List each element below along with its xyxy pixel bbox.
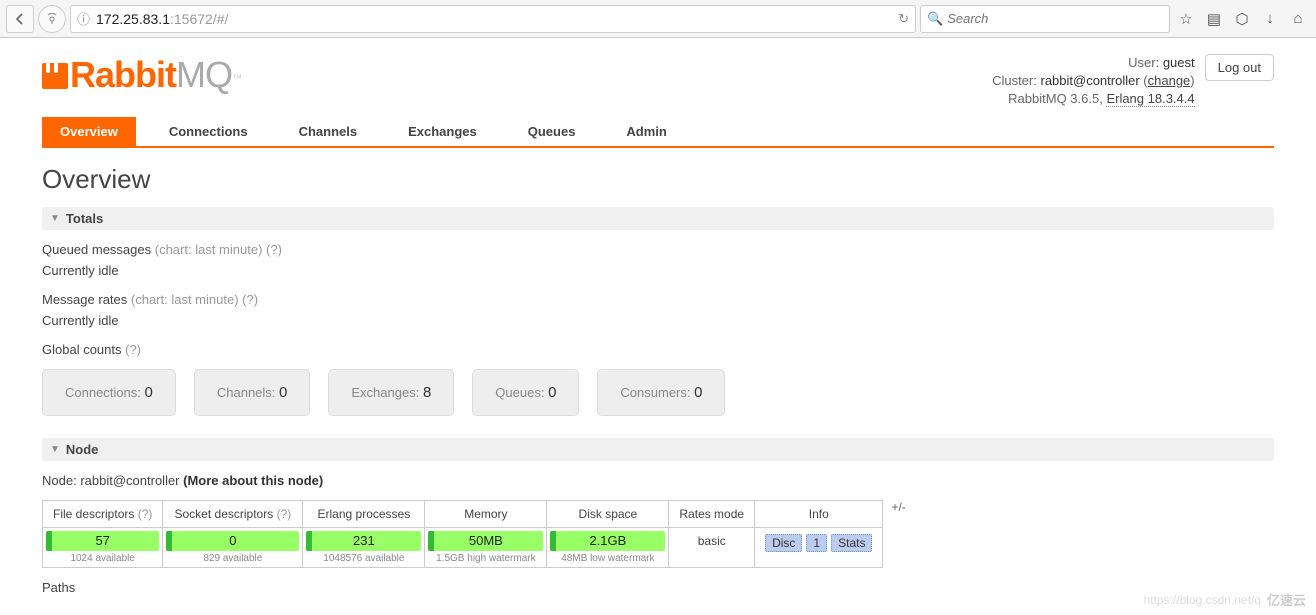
count-queues[interactable]: Queues: 0 bbox=[472, 369, 579, 416]
url-text: 172.25.83.1:15672/#/ bbox=[96, 11, 892, 27]
badge-stats[interactable]: Stats bbox=[831, 534, 872, 552]
watermark-url: https://blog.csdn.net/q bbox=[1144, 593, 1261, 607]
tab-overview[interactable]: Overview bbox=[42, 117, 136, 146]
chevron-down-icon: ▼ bbox=[50, 213, 60, 224]
table-row: 57 1024 available 0 829 available 231 10… bbox=[43, 527, 883, 567]
logo-mq: MQ bbox=[176, 54, 232, 95]
queued-messages-row: Queued messages (chart: last minute) (?) bbox=[42, 242, 1274, 257]
chart-hint2: (chart: last minute) bbox=[131, 292, 239, 307]
shield-icon[interactable]: ⬡ bbox=[1230, 7, 1254, 31]
count-consumers[interactable]: Consumers: 0 bbox=[597, 369, 725, 416]
th-disk: Disk space bbox=[547, 500, 669, 527]
back-button[interactable] bbox=[6, 5, 34, 33]
help-icon[interactable]: (?) bbox=[266, 242, 282, 257]
cell-disk: 2.1GB 48MB low watermark bbox=[547, 527, 669, 567]
node-table: File descriptors (?) Socket descriptors … bbox=[42, 500, 883, 568]
lock-slash-icon bbox=[45, 12, 59, 26]
watermark-brand: 亿速云 bbox=[1267, 590, 1306, 609]
user-value: guest bbox=[1163, 55, 1195, 70]
erlang-link[interactable]: Erlang 18.3.4.4 bbox=[1106, 91, 1194, 107]
cluster-label: Cluster: bbox=[992, 73, 1037, 88]
queued-idle: Currently idle bbox=[42, 263, 1274, 278]
section-node-header[interactable]: ▼ Node bbox=[42, 438, 1274, 461]
security-button[interactable] bbox=[38, 5, 66, 33]
page-title: Overview bbox=[42, 164, 1274, 195]
back-icon bbox=[13, 12, 27, 26]
rates-idle: Currently idle bbox=[42, 313, 1274, 328]
user-label: User: bbox=[1128, 55, 1159, 70]
cell-ep: 231 1048576 available bbox=[303, 527, 425, 567]
tab-channels[interactable]: Channels bbox=[281, 117, 376, 146]
reload-icon[interactable]: ↻ bbox=[898, 11, 909, 27]
th-fd: File descriptors (?) bbox=[43, 500, 163, 527]
table-header-row: File descriptors (?) Socket descriptors … bbox=[43, 500, 883, 527]
global-counts: Connections: 0 Channels: 0 Exchanges: 8 … bbox=[42, 369, 1274, 416]
url-bar[interactable]: ⓘ 172.25.83.1:15672/#/ ↻ bbox=[70, 5, 916, 33]
help-icon[interactable]: (?) bbox=[125, 342, 141, 357]
version-text: RabbitMQ 3.6.5, bbox=[1008, 91, 1103, 106]
watermark: https://blog.csdn.net/q 亿速云 bbox=[1144, 590, 1306, 609]
cell-info: Disc 1 Stats bbox=[755, 527, 883, 567]
page-content: RabbitMQ™ User: guest Cluster: rabbit@co… bbox=[0, 38, 1316, 615]
search-input[interactable] bbox=[947, 11, 1163, 26]
queued-label: Queued messages bbox=[42, 242, 151, 257]
cell-rates: basic bbox=[669, 527, 755, 567]
browser-toolbar: ⓘ 172.25.83.1:15672/#/ ↻ 🔍 ☆ ▤ ⬡ ↓ ⌂ bbox=[0, 0, 1316, 38]
count-channels[interactable]: Channels: 0 bbox=[194, 369, 311, 416]
user-info: User: guest Cluster: rabbit@controller (… bbox=[992, 54, 1195, 109]
message-rates-row: Message rates (chart: last minute) (?) bbox=[42, 292, 1274, 307]
count-connections[interactable]: Connections: 0 bbox=[42, 369, 176, 416]
global-counts-row: Global counts (?) bbox=[42, 342, 1274, 357]
cell-sd: 0 829 available bbox=[163, 527, 303, 567]
th-mem: Memory bbox=[425, 500, 547, 527]
browser-search[interactable]: 🔍 bbox=[920, 5, 1170, 33]
cluster-value: rabbit@controller bbox=[1040, 73, 1139, 88]
search-icon: 🔍 bbox=[927, 11, 943, 27]
node-label: Node: bbox=[42, 473, 77, 488]
page-header: RabbitMQ™ User: guest Cluster: rabbit@co… bbox=[42, 46, 1274, 117]
info-icon[interactable]: ⓘ bbox=[77, 9, 90, 28]
change-link[interactable]: change bbox=[1148, 73, 1191, 88]
logout-button[interactable]: Log out bbox=[1205, 54, 1274, 81]
paths-label: Paths bbox=[42, 580, 1274, 595]
plusminus-toggle[interactable]: +/- bbox=[883, 500, 905, 514]
logo: RabbitMQ™ bbox=[42, 54, 992, 96]
tab-exchanges[interactable]: Exchanges bbox=[390, 117, 495, 146]
th-rates: Rates mode bbox=[669, 500, 755, 527]
url-host: 172.25.83.1 bbox=[96, 11, 170, 27]
count-exchanges[interactable]: Exchanges: 8 bbox=[328, 369, 454, 416]
more-about-node-link[interactable]: (More about this node) bbox=[183, 473, 323, 488]
th-info: Info bbox=[755, 500, 883, 527]
cell-mem: 50MB 1.5GB high watermark bbox=[425, 527, 547, 567]
url-path: :15672/#/ bbox=[170, 11, 228, 27]
global-label: Global counts bbox=[42, 342, 122, 357]
node-line: Node: rabbit@controller (More about this… bbox=[42, 473, 1274, 488]
logo-rabbit: Rabbit bbox=[70, 54, 176, 95]
bookmark-star-icon[interactable]: ☆ bbox=[1174, 7, 1198, 31]
logo-icon bbox=[42, 63, 68, 89]
th-ep: Erlang processes bbox=[303, 500, 425, 527]
pocket-icon[interactable]: ▤ bbox=[1202, 7, 1226, 31]
badge-disc[interactable]: Disc bbox=[765, 534, 802, 552]
tab-admin[interactable]: Admin bbox=[608, 117, 684, 146]
chart-hint: (chart: last minute) bbox=[155, 242, 263, 257]
tab-queues[interactable]: Queues bbox=[510, 117, 594, 146]
home-icon[interactable]: ⌂ bbox=[1286, 7, 1310, 31]
section-node-title: Node bbox=[66, 442, 99, 457]
cell-fd: 57 1024 available bbox=[43, 527, 163, 567]
badge-1[interactable]: 1 bbox=[806, 534, 827, 552]
section-totals-title: Totals bbox=[66, 211, 103, 226]
th-sd: Socket descriptors (?) bbox=[163, 500, 303, 527]
chevron-down-icon: ▼ bbox=[50, 444, 60, 455]
section-totals-header[interactable]: ▼ Totals bbox=[42, 207, 1274, 230]
main-tabs: Overview Connections Channels Exchanges … bbox=[42, 117, 1274, 148]
help-icon[interactable]: (?) bbox=[242, 292, 258, 307]
node-value: rabbit@controller bbox=[80, 473, 179, 488]
rates-label: Message rates bbox=[42, 292, 127, 307]
downloads-icon[interactable]: ↓ bbox=[1258, 7, 1282, 31]
tab-connections[interactable]: Connections bbox=[151, 117, 266, 146]
